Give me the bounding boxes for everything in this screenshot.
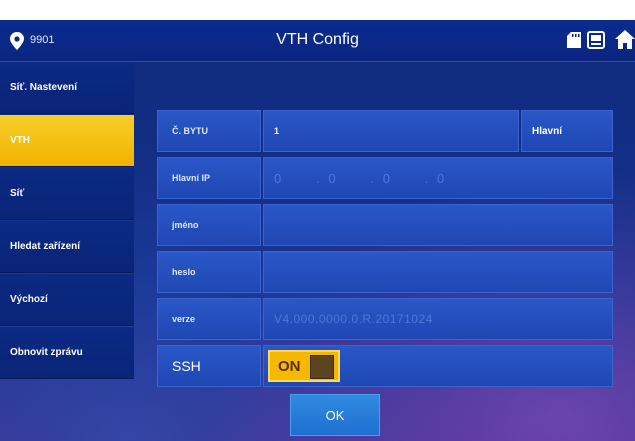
config-panel: Č. BYTU 1 Hlavní Hlavní IP 0. 0. 0. 0 jm… — [134, 62, 635, 441]
version-value: V4.000.0000.0.R.20171024 — [263, 298, 613, 340]
name-label: jméno — [157, 204, 261, 246]
ssh-label: SSH — [157, 345, 261, 387]
ssh-toggle-cell: ON — [263, 345, 613, 387]
ssh-toggle[interactable]: ON — [268, 350, 340, 382]
sidebar-item-label: Síť — [10, 188, 25, 199]
sidebar-item-network-settings[interactable]: Síť. Nastevení — [0, 62, 134, 114]
ip-octet: 0 — [274, 170, 282, 186]
ssh-label-text: SSH — [172, 358, 201, 374]
sd-card-icon[interactable] — [567, 32, 581, 48]
top-bar: 9901 VTH Config — [0, 20, 635, 62]
monitor-icon[interactable] — [587, 31, 605, 49]
name-field[interactable] — [263, 204, 613, 246]
sidebar-item-network[interactable]: Síť — [0, 168, 134, 220]
room-number-label: Č. BYTU — [157, 110, 261, 152]
toggle-knob — [310, 355, 334, 379]
sidebar-item-label: Výchozí — [10, 294, 48, 305]
sidebar-item-label: Obnovit zprávu — [10, 347, 83, 358]
toggle-state-text: ON — [278, 358, 301, 375]
main-ip-label: Hlavní IP — [157, 157, 261, 199]
ok-button[interactable]: OK — [290, 394, 380, 436]
password-field[interactable] — [263, 251, 613, 293]
page-title: VTH Config — [276, 31, 359, 48]
version-label: verze — [157, 298, 261, 340]
sidebar: Síť. Nastevení VTH Síť Hledat zařízení V… — [0, 62, 134, 441]
room-number-field[interactable]: 1 — [263, 110, 519, 152]
sidebar-item-label: Síť. Nastevení — [10, 82, 78, 93]
sidebar-item-default[interactable]: Výchozí — [0, 274, 134, 326]
password-label: heslo — [157, 251, 261, 293]
main-button[interactable]: Hlavní — [521, 110, 613, 152]
sidebar-item-search-device[interactable]: Hledat zařízení — [0, 221, 134, 273]
ip-octet: 0 — [382, 170, 391, 186]
main-ip-field[interactable]: 0. 0. 0. 0 — [263, 157, 613, 199]
ip-octet: 0 — [328, 170, 337, 186]
sidebar-item-vth[interactable]: VTH — [0, 115, 134, 167]
sidebar-item-label: VTH — [10, 135, 30, 146]
screen: 9901 VTH Config Síť. Nastevení VTH Síť H… — [0, 20, 635, 441]
sidebar-item-restore-message[interactable]: Obnovit zprávu — [0, 327, 134, 379]
home-icon[interactable] — [615, 30, 635, 49]
sidebar-item-label: Hledat zařízení — [10, 241, 81, 252]
ip-octet: 0 — [437, 170, 445, 186]
